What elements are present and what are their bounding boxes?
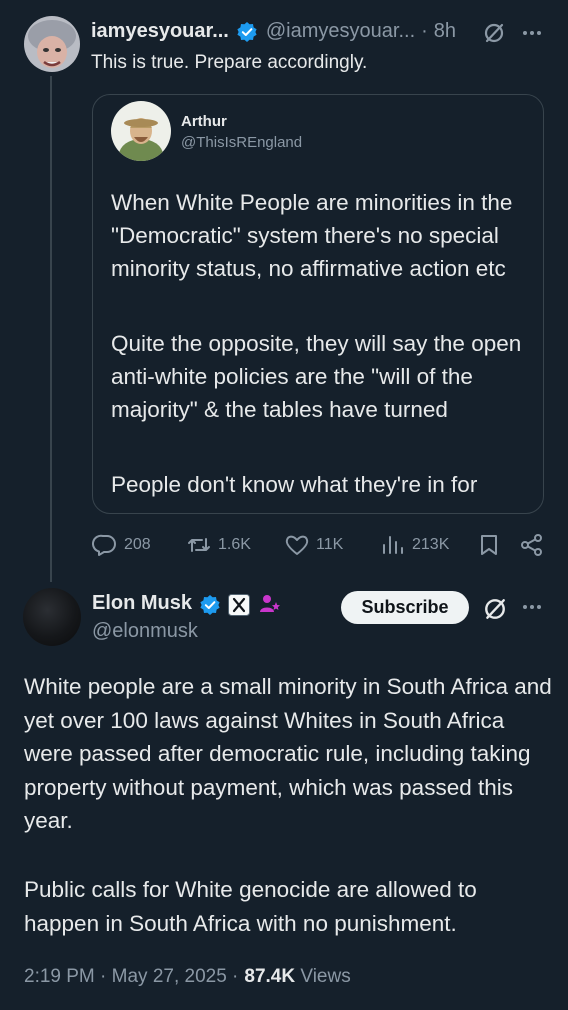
quote-paragraph: When White People are minorities in the … <box>111 190 513 281</box>
quote-paragraph: Quite the opposite, they will say the op… <box>111 331 522 422</box>
post-meta: 2:19 PM · May 27, 2025 · 87.4K Views <box>24 966 351 988</box>
more-icon[interactable] <box>520 22 544 44</box>
repost-count: 1.6K <box>218 536 251 553</box>
reply-header: iamyesyouar... @iamyesyouar... · 8h <box>91 20 456 43</box>
views-label: Views <box>295 966 351 987</box>
views-count: 87.4K <box>244 966 296 987</box>
reply-text: This is true. Prepare accordingly. <box>91 52 368 73</box>
post-paragraph: Public calls for White genocide are allo… <box>24 877 477 936</box>
quote-avatar[interactable] <box>111 101 171 161</box>
avatar[interactable] <box>24 16 80 72</box>
x-affiliate-icon[interactable] <box>228 594 250 616</box>
thread-line <box>50 76 52 582</box>
like-count: 11K <box>316 536 344 553</box>
views-count: 213K <box>412 536 450 553</box>
affiliate-person-icon <box>260 595 280 612</box>
views-icon <box>383 536 403 554</box>
verified-badge-icon <box>237 21 257 42</box>
grok-icon[interactable] <box>483 22 505 44</box>
avatar[interactable] <box>23 588 81 646</box>
quote-author-name[interactable]: Arthur <box>181 113 227 130</box>
separator: · <box>421 20 428 42</box>
post-time[interactable]: 8h <box>434 20 456 43</box>
author-name[interactable]: iamyesyouar... <box>91 20 229 43</box>
post-paragraph: White people are a small minority in Sou… <box>24 674 552 833</box>
repost-button[interactable]: 1.6K <box>186 533 251 557</box>
post-timestamp[interactable]: 2:19 PM · May 27, 2025 · <box>24 966 238 988</box>
like-button[interactable]: 11K <box>284 533 343 557</box>
views-button[interactable]: 213K <box>380 533 449 557</box>
reply-icon <box>92 534 116 556</box>
author-handle[interactable]: @elonmusk <box>92 620 198 643</box>
more-icon[interactable] <box>520 596 544 618</box>
subscribe-button[interactable]: Subscribe <box>341 591 469 624</box>
bookmark-icon[interactable] <box>478 533 500 557</box>
verified-badge-icon <box>200 595 220 615</box>
quote-paragraph: People don't know what they're in for <box>111 472 478 497</box>
repost-icon <box>188 538 210 552</box>
author-handle[interactable]: @iamyesyouar... <box>266 20 415 43</box>
reply-button[interactable]: 208 <box>92 533 151 557</box>
quote-author-handle[interactable]: @ThisIsREngland <box>181 134 302 151</box>
share-icon[interactable] <box>520 533 544 557</box>
reply-count: 208 <box>124 536 151 553</box>
grok-icon[interactable] <box>483 597 507 621</box>
like-icon <box>285 535 309 555</box>
quoted-tweet-card[interactable] <box>92 94 544 514</box>
author-name[interactable]: Elon Musk <box>92 592 192 615</box>
